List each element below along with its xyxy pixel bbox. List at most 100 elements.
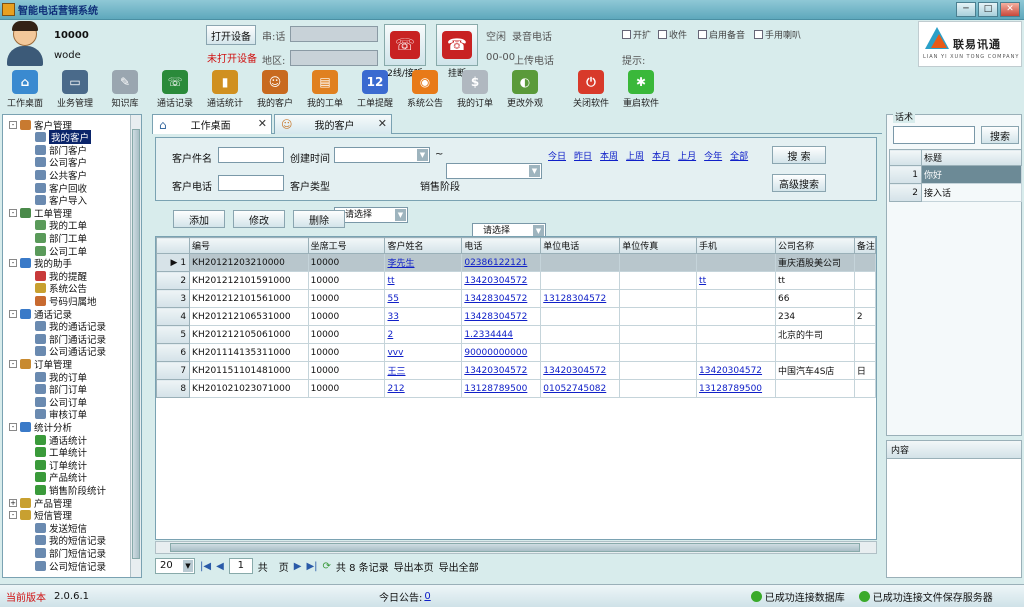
tree-item[interactable]: 销售阶段统计 — [35, 483, 106, 497]
customer-phone-input[interactable] — [218, 175, 284, 191]
close-tab-icon[interactable]: ✕ — [378, 117, 387, 130]
tree-item[interactable]: 公司通话记录 — [35, 345, 106, 358]
option-check-4[interactable]: 手用喇叭 — [754, 28, 801, 41]
tree-item[interactable]: 公共客户 — [35, 168, 87, 182]
toolbar-restart-button[interactable]: ✱ 重启软件 — [616, 68, 666, 112]
tree-group[interactable]: - 统计分析 — [9, 420, 72, 434]
refresh-icon[interactable]: ⟳ — [323, 561, 331, 572]
script-row[interactable]: 2 接入话 — [889, 183, 1022, 202]
table-cell[interactable]: 13420304572 — [540, 361, 621, 380]
open-device-button[interactable]: 打开设备 — [206, 25, 256, 45]
search-button[interactable]: 搜 索 — [772, 146, 826, 164]
left-splitter[interactable] — [144, 114, 152, 578]
toolbar-dollar-doc-button[interactable]: $ 我的订单 — [450, 68, 500, 112]
column-header[interactable]: 编号 — [189, 237, 309, 254]
prev-page-icon[interactable]: ◀ — [216, 561, 224, 572]
page-number-input[interactable]: 1 — [228, 558, 253, 574]
tree-item[interactable]: 部门工单 — [35, 231, 87, 245]
next-page-icon[interactable]: ▶ — [294, 561, 302, 572]
tree-item[interactable]: 客户回收 — [35, 181, 87, 195]
toolbar-call-record-button[interactable]: ☏ 通话记录 — [150, 68, 200, 112]
tree-item[interactable]: 公司短信记录 — [35, 559, 106, 573]
expander-icon[interactable]: - — [9, 208, 17, 217]
close-tab-icon[interactable]: ✕ — [258, 117, 267, 130]
script-search-button[interactable]: 搜索 — [981, 126, 1019, 144]
tree-item[interactable]: 我的通话记录 — [35, 320, 106, 333]
expander-icon[interactable]: - — [9, 359, 17, 368]
tree-item[interactable]: 通话统计 — [35, 433, 87, 447]
page-size-select[interactable]: 20 ▼ — [155, 558, 195, 574]
table-cell[interactable]: 01052745082 — [540, 379, 621, 398]
table-cell[interactable]: 90000000000 — [461, 343, 542, 362]
minimize-button[interactable]: ─ — [956, 2, 976, 17]
tree-item[interactable]: 发送短信 — [35, 521, 87, 535]
column-header[interactable]: 公司名称 — [774, 237, 855, 254]
quick-date-link[interactable]: 本月 — [652, 149, 670, 162]
expander-icon[interactable]: + — [9, 498, 17, 507]
table-row[interactable]: 4 KH201212106531000 10000 33 13428304572 234 2 — [156, 307, 876, 326]
table-cell[interactable]: tt — [696, 271, 776, 290]
tree-group[interactable]: - 通话记录 — [9, 307, 72, 321]
table-cell[interactable]: 55 — [384, 289, 463, 308]
quick-date-link[interactable]: 今日 — [548, 149, 566, 162]
column-header[interactable]: 备注 — [853, 237, 876, 254]
toolbar-rss-button[interactable]: ◉ 系统公告 — [400, 68, 450, 112]
table-cell[interactable]: 13420304572 — [696, 361, 776, 380]
table-cell[interactable]: 13428304572 — [461, 289, 542, 308]
toolbar-power-button[interactable]: ⏻ 关闭软件 — [566, 68, 616, 112]
right-splitter[interactable] — [879, 114, 885, 578]
table-cell[interactable]: 02386122121 — [461, 253, 542, 272]
expander-icon[interactable]: - — [9, 511, 17, 520]
tree-item[interactable]: 公司订单 — [35, 395, 87, 409]
tree-group[interactable]: + 产品管理 — [9, 496, 72, 510]
option-check-2[interactable]: 收件 — [658, 28, 687, 41]
table-cell[interactable]: 13420304572 — [461, 271, 542, 290]
tree-item[interactable]: 订单统计 — [35, 458, 87, 472]
table-cell[interactable]: 33 — [384, 307, 463, 326]
toolbar-orders-button[interactable]: ▤ 我的工单 — [300, 68, 350, 112]
tree-item[interactable]: 我的订单 — [35, 370, 87, 384]
tree-group[interactable]: - 短信管理 — [9, 509, 72, 522]
tree-group[interactable]: - 订单管理 — [9, 357, 72, 371]
quick-date-link[interactable]: 上月 — [678, 149, 696, 162]
tree-item[interactable]: 我的提醒 — [35, 269, 87, 283]
toolbar-customers-button[interactable]: ☺ 我的客户 — [250, 68, 300, 112]
tree-item[interactable]: 工单统计 — [35, 446, 87, 459]
table-row[interactable]: 5 KH201212105061000 10000 2 1.2334444 北京的牛司 — [156, 325, 876, 344]
option-check-1[interactable]: 开扩 — [622, 28, 651, 41]
table-hscrollbar[interactable] — [155, 541, 877, 554]
tree-item[interactable]: 部门客户 — [35, 143, 87, 157]
toolbar-calendar-button[interactable]: 12 工单提醒 — [350, 68, 400, 112]
table-cell[interactable]: tt — [384, 271, 463, 290]
advanced-search-button[interactable]: 高级搜索 — [772, 174, 826, 192]
expander-icon[interactable]: - — [9, 422, 17, 431]
script-search-input[interactable] — [893, 126, 975, 144]
table-row[interactable]: 2 KH201212101591000 10000 tt 13420304572 tt tt — [156, 271, 876, 290]
table-row[interactable]: 8 KH201021023071000 10000 212 13128789500 010… — [156, 379, 876, 398]
table-cell[interactable]: 13128304572 — [540, 289, 621, 308]
first-page-icon[interactable]: |◀ — [200, 561, 211, 572]
tree-scrollbar[interactable] — [130, 115, 141, 577]
close-button[interactable]: ✕ — [1000, 2, 1020, 17]
tree-item[interactable]: 部门通话记录 — [35, 332, 106, 346]
option-check-3[interactable]: 启用备音 — [698, 28, 745, 41]
table-row[interactable]: 3 KH201212101561000 10000 55 13428304572 1312… — [156, 289, 876, 308]
toolbar-skin-button[interactable]: ◐ 更改外观 — [500, 68, 550, 112]
column-header[interactable]: 坐席工号 — [307, 237, 386, 254]
table-cell[interactable]: 王三 — [384, 361, 463, 380]
toolbar-monitor-button[interactable]: ▭ 业务管理 — [50, 68, 100, 112]
tree-item[interactable]: 号码归属地 — [35, 294, 97, 308]
column-header[interactable]: 单位传真 — [619, 237, 698, 254]
table-row[interactable]: ▶ 1 KH20121203210000 10000 李先生 02386122121 重庆… — [156, 253, 876, 272]
start-date-picker[interactable]: ▼ — [334, 147, 430, 163]
column-header[interactable]: 单位电话 — [540, 237, 621, 254]
add-button[interactable]: 添加 — [173, 210, 225, 228]
column-header[interactable]: 客户姓名 — [384, 237, 463, 254]
tree-item[interactable]: 系统公告 — [35, 282, 87, 295]
last-page-icon[interactable]: ▶| — [306, 561, 317, 572]
toolbar-bar-chart-button[interactable]: ▮ 通话统计 — [200, 68, 250, 112]
tree-group[interactable]: - 我的助手 — [9, 257, 72, 270]
table-cell[interactable]: 13420304572 — [461, 361, 542, 380]
expander-icon[interactable]: - — [9, 259, 17, 268]
toolbar-house-button[interactable]: ⌂ 工作桌面 — [0, 68, 50, 112]
